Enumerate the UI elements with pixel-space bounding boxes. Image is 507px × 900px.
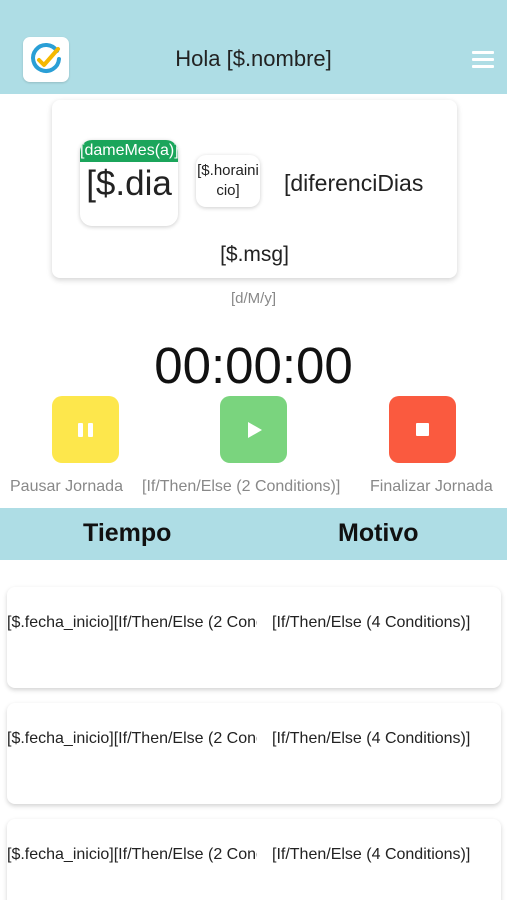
pause-workday-button[interactable]: [52, 396, 119, 463]
table-row[interactable]: [$.fecha_inicio][If/Then/Else (2 Conditi…: [7, 587, 501, 688]
cell-tiempo: [$.fecha_inicio][If/Then/Else (2 Conditi…: [7, 730, 257, 747]
cell-motivo: [If/Then/Else (4 Conditions)]: [272, 846, 471, 863]
column-header-tiempo: Tiempo: [83, 519, 172, 547]
current-date: [d/M/y]: [230, 290, 276, 307]
cell-tiempo: [$.fecha_inicio][If/Then/Else (2 Conditi…: [7, 846, 257, 863]
app-screen: Hola [$.nombre] [dameMes(a)] [$.dia [$.h…: [0, 0, 507, 900]
pause-workday-label: Pausar Jornada: [10, 478, 123, 495]
hamburger-menu-icon[interactable]: [472, 51, 494, 69]
calendar-month: [dameMes(a)]: [80, 140, 178, 162]
days-difference: [diferenciDias: [284, 170, 424, 196]
stop-icon: [416, 423, 429, 436]
table-row[interactable]: [$.fecha_inicio][If/Then/Else (2 Conditi…: [7, 703, 501, 804]
table-row[interactable]: [$.fecha_inicio][If/Then/Else (2 Conditi…: [7, 819, 501, 900]
cell-tiempo: [$.fecha_inicio][If/Then/Else (2 Conditi…: [7, 614, 257, 631]
app-header: Hola [$.nombre]: [0, 0, 507, 94]
column-header-motivo: Motivo: [338, 519, 419, 547]
pause-icon: [78, 423, 93, 437]
start-workday-label: [If/Then/Else (2 Conditions)]: [142, 478, 341, 495]
start-workday-button[interactable]: [220, 396, 287, 463]
finish-workday-label: Finalizar Jornada: [370, 478, 493, 495]
workday-info-card: [dameMes(a)] [$.dia [$.horainicio] [dife…: [52, 100, 457, 278]
status-message: [$.msg]: [220, 243, 289, 266]
finish-workday-button[interactable]: [389, 396, 456, 463]
cell-motivo: [If/Then/Else (4 Conditions)]: [272, 614, 471, 631]
play-icon: [248, 422, 262, 438]
elapsed-timer: 00:00:00: [154, 337, 353, 394]
greeting-title: Hola [$.nombre]: [175, 46, 332, 71]
calendar-badge: [dameMes(a)] [$.dia: [80, 140, 178, 226]
calendar-day: [$.dia: [86, 164, 172, 203]
start-time-badge: [$.horainicio]: [196, 155, 260, 207]
cell-motivo: [If/Then/Else (4 Conditions)]: [272, 730, 471, 747]
table-header: Tiempo Motivo: [0, 508, 507, 560]
